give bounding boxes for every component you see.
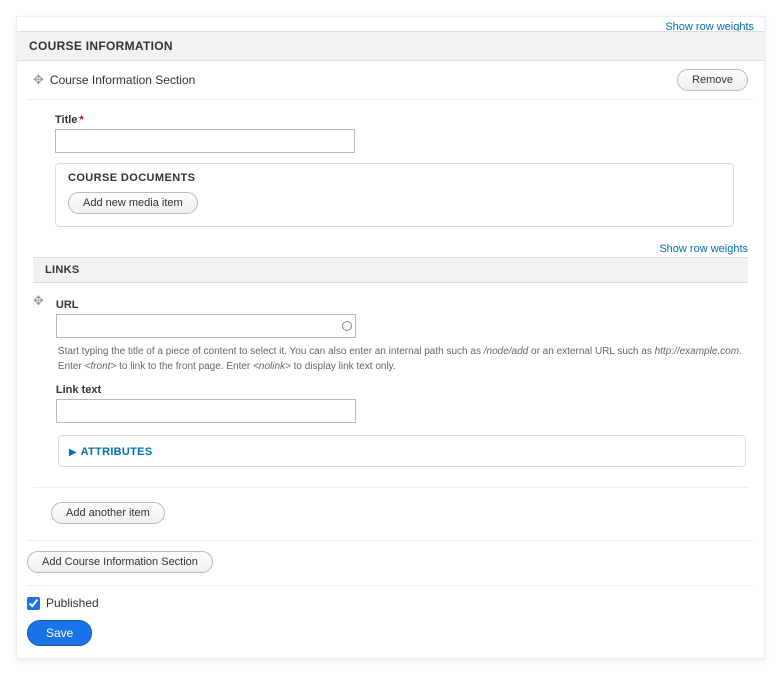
course-info-section-row: ✥ Course Information Section Remove	[27, 61, 754, 100]
add-course-info-section-button[interactable]: Add Course Information Section	[27, 551, 213, 573]
course-documents-legend: COURSE DOCUMENTS	[56, 164, 733, 188]
add-media-button[interactable]: Add new media item	[68, 192, 198, 214]
course-documents-fieldset: COURSE DOCUMENTS Add new media item	[55, 163, 734, 227]
divider	[27, 540, 754, 541]
show-row-weights-link[interactable]: Show row weights	[659, 243, 748, 255]
url-helper-text: Start typing the title of a piece of con…	[58, 344, 746, 374]
divider	[33, 487, 748, 488]
title-label: Title*	[55, 114, 734, 126]
links-show-weights-row: Show row weights	[27, 237, 754, 257]
title-input[interactable]	[55, 129, 355, 153]
row-title: Course Information Section	[50, 73, 195, 87]
triangle-right-icon: ▶	[69, 447, 77, 458]
link-text-label: Link text	[56, 384, 748, 396]
remove-button[interactable]: Remove	[677, 69, 748, 91]
links-body: ✥ URL Start typing the title of a piece …	[27, 283, 754, 473]
url-input[interactable]	[56, 314, 356, 338]
link-text-input[interactable]	[56, 399, 356, 423]
url-label: URL	[56, 299, 748, 311]
form-footer: Published Save	[27, 585, 754, 646]
section-body: Title* COURSE DOCUMENTS Add new media it…	[27, 100, 754, 237]
form-page: Show row weights COURSE INFORMATION ✥ Co…	[16, 16, 765, 659]
attributes-collapsible[interactable]: ▶ ATTRIBUTES	[58, 435, 746, 467]
save-button[interactable]: Save	[27, 620, 92, 646]
required-star-icon: *	[79, 114, 83, 126]
course-information-header: COURSE INFORMATION	[17, 31, 764, 61]
links-legend: LINKS	[33, 257, 748, 283]
published-checkbox[interactable]	[27, 597, 40, 610]
top-show-weights-row: Show row weights	[17, 17, 764, 31]
published-label: Published	[46, 596, 99, 610]
drag-handle-icon[interactable]: ✥	[33, 72, 44, 88]
drag-handle-icon[interactable]: ✥	[33, 293, 44, 309]
top-show-weights-link[interactable]: Show row weights	[665, 21, 754, 31]
add-another-item-button[interactable]: Add another item	[51, 502, 165, 524]
attributes-label: ATTRIBUTES	[81, 446, 153, 458]
